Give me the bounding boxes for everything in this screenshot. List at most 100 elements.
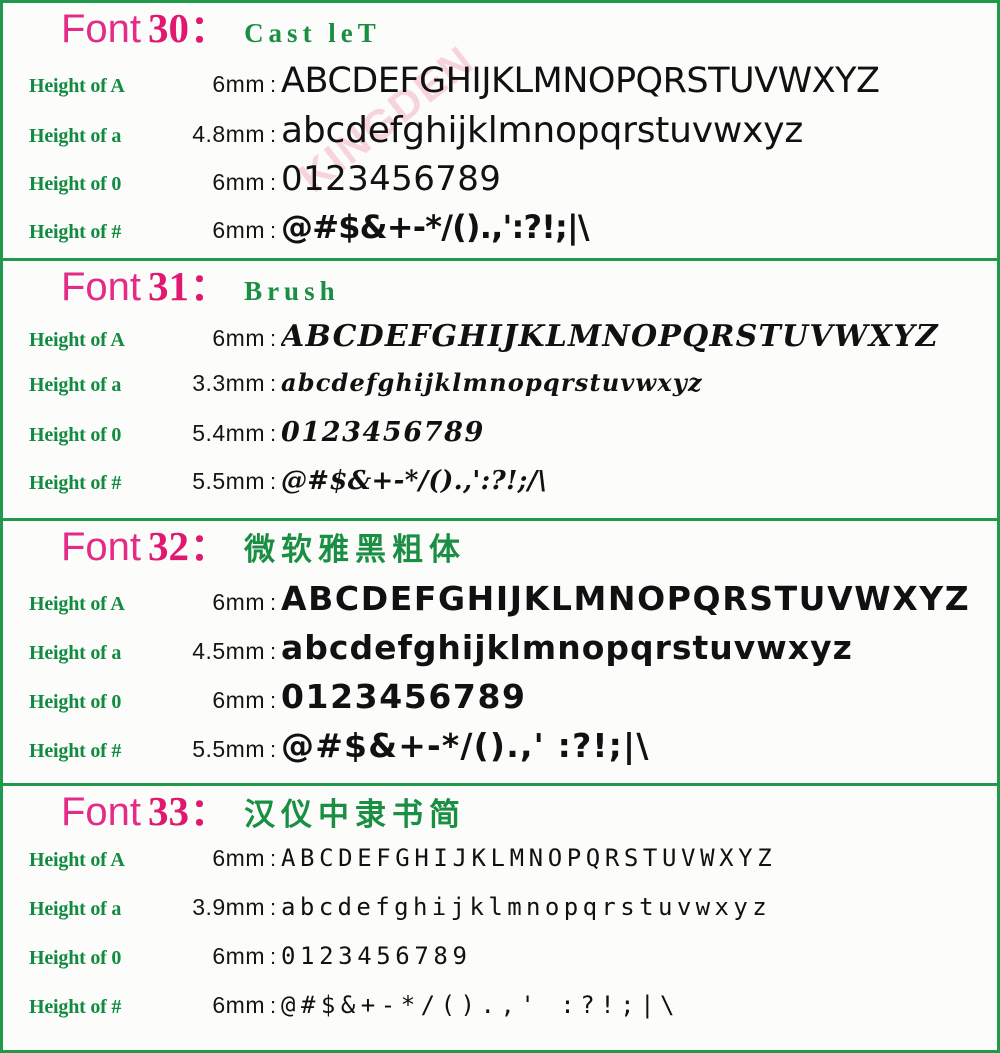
row-colon: : <box>269 688 277 713</box>
header-colon: ： <box>190 267 229 309</box>
panel-header-31: Font 31 ： Brush <box>3 261 997 319</box>
font-word-label: Font <box>61 265 142 309</box>
row-sample: 0123456789 <box>281 417 485 448</box>
row-sample: @#$&+-*/().,' :?!;|\ <box>281 726 650 765</box>
row-label: Height of A <box>29 75 125 97</box>
font-name: 微软雅黑粗体 <box>244 532 467 568</box>
font-number: 31 <box>148 263 190 309</box>
row-label: Height of 0 <box>29 424 122 446</box>
spec-row: Height of A 6mm : ABCDEFGHIJKLMNOPQRSTUV… <box>3 844 997 893</box>
font-panel-33: KINGDEN Font 33 ： 汉仪中隶书简 Height of A 6mm… <box>0 783 1000 1053</box>
row-sample: abcdefghijklmnopqrstuvwxyz <box>281 368 703 397</box>
row-size: 4.5mm <box>192 638 265 664</box>
row-size: 6mm <box>212 325 265 351</box>
row-label: Height of # <box>29 472 122 494</box>
row-sample: ABCDEFGHIJKLMNOPQRSTUVWXYZ <box>281 844 777 872</box>
row-label: Height of # <box>29 740 122 762</box>
row-colon: : <box>269 590 277 615</box>
row-colon: : <box>269 371 277 396</box>
row-sample: @#$&+-*/().,':?!;/\ <box>281 466 548 496</box>
row-sample: abcdefghijklmnopqrstuvwxyz <box>281 893 772 921</box>
row-colon: : <box>269 170 277 195</box>
row-colon: : <box>269 72 277 97</box>
row-colon: : <box>269 895 277 920</box>
row-colon: : <box>269 421 277 446</box>
row-label: Height of 0 <box>29 173 122 195</box>
row-sample: @#$&+-*/().,':?!;|\ <box>281 208 590 246</box>
spec-row: Height of 0 5.4mm : 0123456789 <box>3 417 997 466</box>
row-label: Height of 0 <box>29 691 122 713</box>
font-panel-30: KINGDEN Font 30 ： Cast leT Height of A 6… <box>0 0 1000 258</box>
row-sample: 0123456789 <box>281 677 527 716</box>
spec-row: Height of A 6mm : ABCDEFGHIJKLMNOPQRSTUV… <box>3 579 997 628</box>
font-number: 30 <box>148 5 190 51</box>
row-size: 5.5mm <box>192 468 265 494</box>
spec-row: Height of a 4.8mm : abcdefghijklmnopqrst… <box>3 110 997 159</box>
spec-rows-33: Height of A 6mm : ABCDEFGHIJKLMNOPQRSTUV… <box>3 844 997 1046</box>
row-size: 6mm <box>212 992 265 1018</box>
row-sample: abcdefghijklmnopqrstuvwxyz <box>281 628 853 667</box>
spec-row: Height of # 5.5mm : @#$&+-*/().,' :?!;|\ <box>3 726 997 775</box>
spec-row: Height of A 6mm : ABCDEFGHIJKLMNOPQRSTUV… <box>3 319 997 368</box>
row-colon: : <box>269 846 277 871</box>
row-size: 6mm <box>212 687 265 713</box>
row-colon: : <box>269 639 277 664</box>
row-sample: ABCDEFGHIJKLMNOPQRSTUVWXYZ <box>281 61 880 101</box>
font-specimen-sheet: KINGDEN Font 30 ： Cast leT Height of A 6… <box>0 0 1000 1053</box>
spec-row: Height of A 6mm : ABCDEFGHIJKLMNOPQRSTUV… <box>3 61 997 110</box>
spec-rows-31: Height of A 6mm : ABCDEFGHIJKLMNOPQRSTUV… <box>3 319 997 518</box>
row-colon: : <box>269 993 277 1018</box>
font-word-label: Font <box>61 525 142 569</box>
font-name: Brush <box>244 276 340 306</box>
row-size: 5.5mm <box>192 736 265 762</box>
panel-header-33: Font 33 ： 汉仪中隶书简 <box>3 786 997 844</box>
row-size: 5.4mm <box>192 420 265 446</box>
row-sample: ABCDEFGHIJKLMNOPQRSTUVWXYZ <box>281 579 971 618</box>
header-colon: ： <box>190 527 229 569</box>
row-label: Height of # <box>29 221 122 243</box>
panel-header-30: Font 30 ： Cast leT <box>3 3 997 61</box>
header-colon: ： <box>190 792 229 834</box>
spec-row: Height of 0 6mm : 0123456789 <box>3 677 997 726</box>
row-label: Height of A <box>29 593 125 615</box>
row-size: 6mm <box>212 217 265 243</box>
font-word-label: Font <box>61 7 142 51</box>
spec-row: Height of # 6mm : @#$&+-*/().,':?!;|\ <box>3 208 997 257</box>
row-colon: : <box>269 326 277 351</box>
spec-row: Height of a 3.9mm : abcdefghijklmnopqrst… <box>3 893 997 942</box>
row-colon: : <box>269 218 277 243</box>
row-sample: 0123456789 <box>281 942 472 970</box>
spec-rows-32: Height of A 6mm : ABCDEFGHIJKLMNOPQRSTUV… <box>3 579 997 781</box>
row-size: 6mm <box>212 71 265 97</box>
row-label: Height of # <box>29 996 122 1018</box>
row-label: Height of a <box>29 374 122 396</box>
row-label: Height of A <box>29 849 125 871</box>
font-number: 33 <box>148 788 190 834</box>
spec-rows-30: Height of A 6mm : ABCDEFGHIJKLMNOPQRSTUV… <box>3 61 997 258</box>
row-colon: : <box>269 944 277 969</box>
row-sample: 0123456789 <box>281 159 502 199</box>
row-sample: abcdefghijklmnopqrstuvwxyz <box>281 110 804 151</box>
row-size: 6mm <box>212 589 265 615</box>
header-colon: ： <box>190 9 229 51</box>
row-size: 6mm <box>212 943 265 969</box>
font-name: Cast leT <box>244 18 381 48</box>
spec-row: Height of a 3.3mm : abcdefghijklmnopqrst… <box>3 368 997 417</box>
spec-row: Height of # 6mm : @#$&+-*/().,' :?!;|\ <box>3 991 997 1040</box>
font-number: 32 <box>148 523 190 569</box>
font-panel-32: KINGDEN Font 32 ： 微软雅黑粗体 Height of A 6mm… <box>0 518 1000 783</box>
spec-row: Height of # 5.5mm : @#$&+-*/().,':?!;/\ <box>3 466 997 515</box>
row-label: Height of a <box>29 642 122 664</box>
spec-row: Height of 0 6mm : 0123456789 <box>3 942 997 991</box>
row-sample: @#$&+-*/().,' :?!;|\ <box>281 991 680 1019</box>
font-name: 汉仪中隶书简 <box>244 797 467 833</box>
row-label: Height of a <box>29 898 122 920</box>
row-label: Height of 0 <box>29 947 122 969</box>
panel-header-32: Font 32 ： 微软雅黑粗体 <box>3 521 997 579</box>
row-size: 4.8mm <box>192 121 265 147</box>
font-word-label: Font <box>61 790 142 834</box>
spec-row: Height of 0 6mm : 0123456789 <box>3 159 997 208</box>
row-size: 3.9mm <box>192 894 265 920</box>
row-size: 3.3mm <box>192 370 265 396</box>
row-label: Height of A <box>29 329 125 351</box>
